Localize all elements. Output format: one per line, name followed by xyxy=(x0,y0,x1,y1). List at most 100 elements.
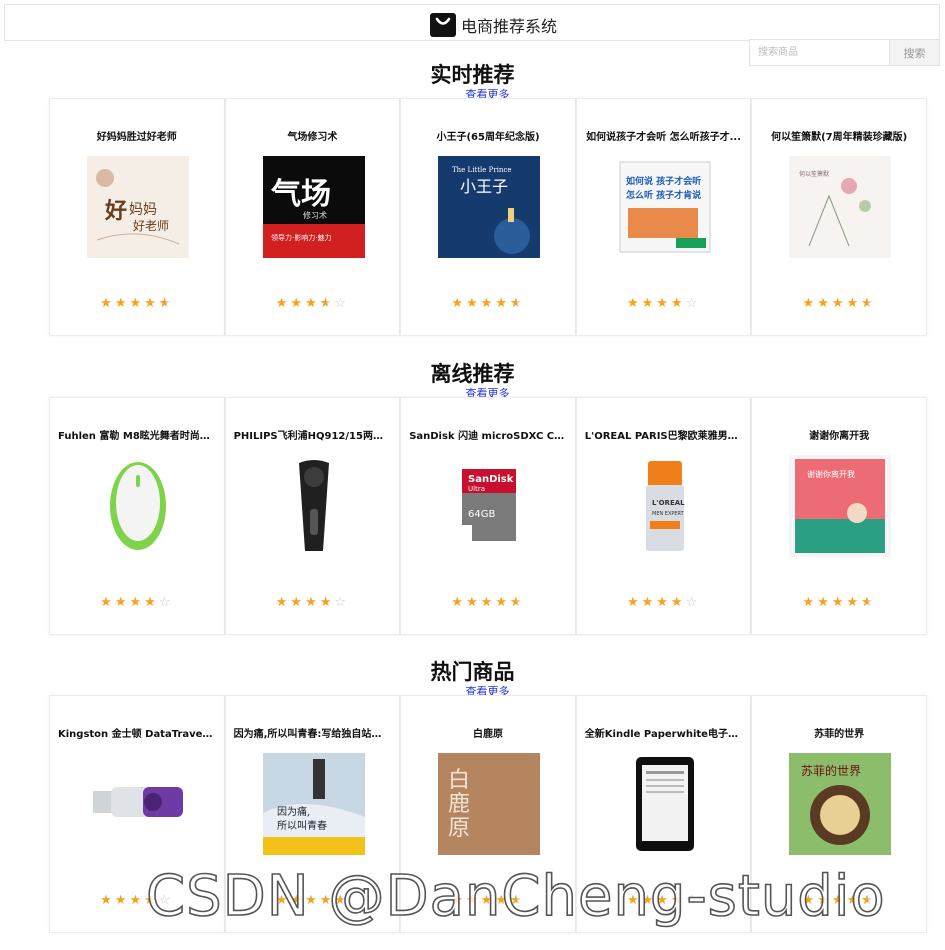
star-half-icon: ★ xyxy=(861,596,876,611)
svg-text:苏菲的世界: 苏菲的世界 xyxy=(801,763,861,778)
star-full-icon: ★ xyxy=(480,296,496,311)
star-half-icon: ★ xyxy=(861,297,876,312)
star-full-icon: ★ xyxy=(495,296,510,311)
product-image[interactable]: 好妈妈 好老师 xyxy=(87,156,189,258)
product-title[interactable]: 气场修习术 xyxy=(234,128,392,143)
product-title[interactable]: SanDisk 闪迪 microSDXC Class... xyxy=(409,427,567,442)
product-card[interactable]: 小王子(65周年纪念版) The Little Prince 小王子 ★★★★★ xyxy=(400,98,576,336)
star-full-icon: ★ xyxy=(144,296,159,311)
star-empty-icon: ☆ xyxy=(158,595,174,610)
product-title[interactable]: 苏菲的世界 xyxy=(760,725,918,740)
rating-stars: ★★★★☆ xyxy=(226,596,400,610)
product-image[interactable] xyxy=(87,455,189,557)
svg-text:领导力·影响力·魅力: 领导力·影响力·魅力 xyxy=(271,233,331,242)
app-title: 电商推荐系统 xyxy=(461,17,558,36)
svg-text:何以笙箫默: 何以笙箫默 xyxy=(799,170,829,178)
rating-stars: ★★★★★ xyxy=(401,595,575,611)
product-card[interactable]: PHILIPS飞利浦HQ912/15两刀头... ★★★★☆ xyxy=(224,397,401,635)
product-card[interactable]: 气场修习术 气场修习术领导力·影响力·魅力 ★★★★☆ xyxy=(224,98,401,336)
svg-text:原: 原 xyxy=(448,816,470,841)
star-full-icon: ★ xyxy=(129,893,145,908)
product-image[interactable]: L'OREAL MEN EXPERT xyxy=(613,455,716,557)
star-full-icon: ★ xyxy=(275,296,291,311)
star-full-icon: ★ xyxy=(656,296,671,311)
svg-text:Ultra: Ultra xyxy=(468,485,485,493)
product-image[interactable]: 苏菲的世界 xyxy=(789,753,892,855)
product-image[interactable] xyxy=(87,753,189,855)
svg-text:怎么听 孩子才肯说: 怎么听 孩子才肯说 xyxy=(626,189,701,201)
star-full-icon: ★ xyxy=(305,296,320,311)
rating-stars: ★★★★★ xyxy=(401,296,575,312)
product-image[interactable]: The Little Prince 小王子 xyxy=(438,156,541,258)
svg-text:谢谢你离开我: 谢谢你离开我 xyxy=(807,469,855,479)
star-full-icon: ★ xyxy=(656,595,671,610)
product-title[interactable]: 如何说孩子才会听 怎么听孩子才... xyxy=(585,128,743,143)
svg-text:妈妈: 妈妈 xyxy=(129,202,157,218)
product-image[interactable] xyxy=(262,455,365,557)
star-full-icon: ★ xyxy=(451,595,466,610)
product-title[interactable]: 因为痛,所以叫青春:写给独自站在... xyxy=(234,725,392,740)
product-image[interactable]: 如何说 孩子才会听 怎么听 孩子才肯说 xyxy=(613,156,716,258)
product-title[interactable]: 白鹿原 xyxy=(409,725,567,740)
product-title[interactable]: 何以笙箫默(7周年精装珍藏版) xyxy=(760,128,918,143)
brand[interactable]: 电商推荐系统 xyxy=(429,11,557,39)
product-card[interactable]: Fuhlen 富勒 M8眩光舞者时尚节... ★★★★☆ xyxy=(49,397,225,635)
star-full-icon: ★ xyxy=(100,595,115,610)
product-image[interactable]: SanDisk Ultra 64GB xyxy=(438,455,541,557)
product-card[interactable]: SanDisk 闪迪 microSDXC Class... SanDiskUlt… xyxy=(400,397,576,635)
star-full-icon: ★ xyxy=(290,296,306,311)
star-full-icon: ★ xyxy=(495,595,510,610)
star-full-icon: ★ xyxy=(114,893,130,908)
star-full-icon: ★ xyxy=(846,595,862,610)
star-full-icon: ★ xyxy=(831,595,847,610)
star-half-icon: ★ xyxy=(510,596,525,611)
star-half-icon: ★ xyxy=(159,297,174,312)
star-full-icon: ★ xyxy=(817,296,832,311)
product-image[interactable]: 谢谢你离开我 xyxy=(789,455,892,557)
svg-text:气场: 气场 xyxy=(271,177,331,212)
shopping-bag-icon xyxy=(430,13,456,37)
product-image[interactable]: 因为痛, 所以叫青春 xyxy=(262,753,365,855)
star-empty-icon: ☆ xyxy=(685,296,701,311)
rating-stars: ★★★★★ xyxy=(752,595,926,611)
rating-stars: ★★★★☆ xyxy=(226,296,400,312)
section-title: 实时推荐 xyxy=(430,63,515,87)
product-title[interactable]: PHILIPS飞利浦HQ912/15两刀头... xyxy=(234,427,392,442)
star-full-icon: ★ xyxy=(626,595,642,610)
star-empty-icon: ☆ xyxy=(685,595,701,610)
svg-text:白: 白 xyxy=(448,768,470,793)
star-full-icon: ★ xyxy=(817,595,832,610)
svg-text:修习术: 修习术 xyxy=(303,210,327,220)
star-full-icon: ★ xyxy=(802,595,818,610)
star-full-icon: ★ xyxy=(641,595,657,610)
svg-text:L'OREAL: L'OREAL xyxy=(652,499,685,507)
top-navbar: 电商推荐系统 xyxy=(4,4,940,41)
product-title[interactable]: L'OREAL PARIS巴黎欧莱雅男士... xyxy=(585,427,743,442)
product-title[interactable]: 好妈妈胜过好老师 xyxy=(58,128,216,143)
rating-stars: ★★★★★ xyxy=(752,296,926,312)
product-image[interactable]: 白鹿原 xyxy=(438,753,541,855)
star-full-icon: ★ xyxy=(626,296,642,311)
product-title[interactable]: 谢谢你离开我 xyxy=(760,427,918,442)
svg-text:鹿: 鹿 xyxy=(448,792,470,817)
star-full-icon: ★ xyxy=(451,296,466,311)
rating-stars: ★★★★☆ xyxy=(577,297,751,311)
star-full-icon: ★ xyxy=(466,595,481,610)
product-card[interactable]: 好妈妈胜过好老师 好妈妈 好老师 ★★★★★ xyxy=(49,98,225,336)
product-card[interactable]: 何以笙箫默(7周年精装珍藏版) 何以笙箫默 ★★★★★ xyxy=(751,98,927,336)
product-card[interactable]: L'OREAL PARIS巴黎欧莱雅男士... L'OREAL MEN EXPER… xyxy=(575,397,752,635)
svg-text:所以叫青春: 所以叫青春 xyxy=(277,819,327,832)
product-title[interactable]: 全新Kindle Paperwhite电子书... xyxy=(585,725,743,740)
product-card[interactable]: 谢谢你离开我 谢谢你离开我 ★★★★★ xyxy=(751,397,927,635)
svg-text:64GB: 64GB xyxy=(468,509,495,520)
product-card[interactable]: 如何说孩子才会听 怎么听孩子才... 如何说 孩子才会听 怎么听 孩子才肯说 ★ ★… xyxy=(575,98,752,336)
product-title[interactable]: 小王子(65周年纪念版) xyxy=(409,128,567,143)
product-image[interactable]: 气场 修习术领导力·影响力·魅力 xyxy=(262,156,365,258)
product-image[interactable] xyxy=(613,753,716,855)
product-title[interactable]: Kingston 金士顿 DataTraveler ... xyxy=(58,725,216,740)
product-title[interactable]: Fuhlen 富勒 M8眩光舞者时尚节... xyxy=(58,427,216,442)
product-grid: 好妈妈胜过好老师 好妈妈好老师 ★★★★★ 气场修习术 气场修习术领导力·影响力… xyxy=(49,98,927,338)
star-full-icon: ★ xyxy=(100,296,115,311)
star-full-icon: ★ xyxy=(305,595,320,610)
product-image[interactable]: 何以笙箫默 xyxy=(789,156,892,258)
